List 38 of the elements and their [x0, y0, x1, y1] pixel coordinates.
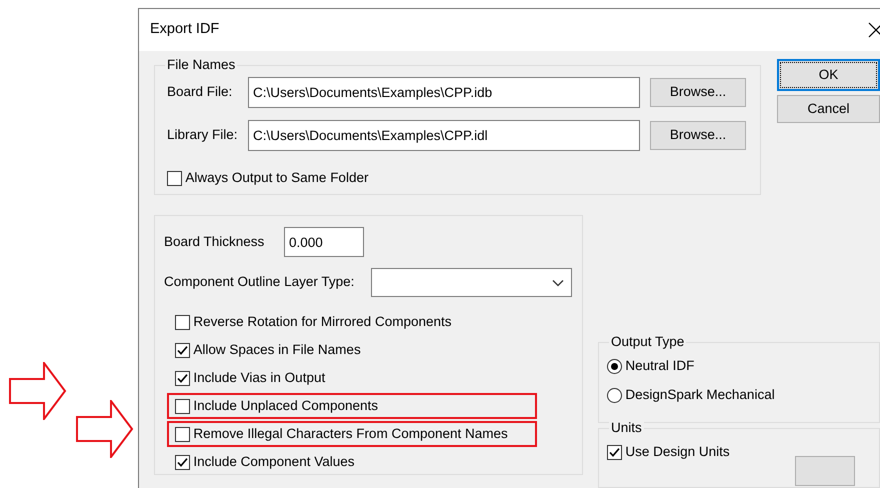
dialog-button[interactable]: OK [777, 59, 880, 91]
checkbox-label: Remove Illegal Characters From Component Names [193, 424, 508, 443]
text-field[interactable]: C:\Users\Documents\Examples\CPP.idb [248, 77, 640, 108]
checkbox-label: Use Design Units [625, 443, 730, 461]
checkbox[interactable] [175, 426, 190, 442]
arrow-icon [9, 362, 67, 420]
checkbox[interactable] [607, 444, 622, 460]
radio-label: Neutral IDF [625, 357, 694, 375]
checkbox-label: Include Unplaced Components [193, 396, 378, 415]
checkbox[interactable] [175, 314, 190, 330]
chevron-down-icon [552, 278, 564, 286]
checkbox-label: Include Vias in Output [193, 368, 326, 387]
close-icon[interactable] [868, 22, 880, 38]
window-title: Export IDF [150, 20, 220, 40]
checkbox[interactable] [175, 454, 190, 470]
number-field[interactable]: 0.000 [284, 227, 364, 257]
radio-button[interactable] [607, 358, 622, 374]
checkbox[interactable] [167, 170, 182, 186]
field-label: Component Outline Layer Type: [164, 273, 356, 292]
field-label: Library File: [167, 126, 239, 144]
radio-button[interactable] [607, 388, 622, 403]
radio-label: DesignSpark Mechanical [625, 386, 775, 404]
checkbox-label: Allow Spaces in File Names [193, 340, 361, 359]
group-label: Output Type [609, 334, 686, 350]
checkbox[interactable] [175, 370, 190, 386]
field-label: Board File: [167, 83, 234, 102]
checkbox-label: Always Output to Same Folder [185, 169, 368, 187]
checkbox[interactable] [175, 342, 190, 358]
checkbox-label: Include Component Values [193, 452, 354, 471]
browse-button[interactable]: Browse... [650, 121, 746, 150]
field-label: Board Thickness [164, 232, 266, 251]
dropdown[interactable] [371, 268, 572, 297]
dialog-button[interactable]: Cancel [777, 95, 880, 123]
browse-button[interactable]: Browse... [650, 78, 746, 107]
text-field[interactable]: C:\Users\Documents\Examples\CPP.idl [248, 120, 640, 151]
arrow-icon [76, 400, 134, 458]
checkbox[interactable] [175, 398, 190, 414]
checkbox-label: Reverse Rotation for Mirrored Components [193, 312, 452, 331]
